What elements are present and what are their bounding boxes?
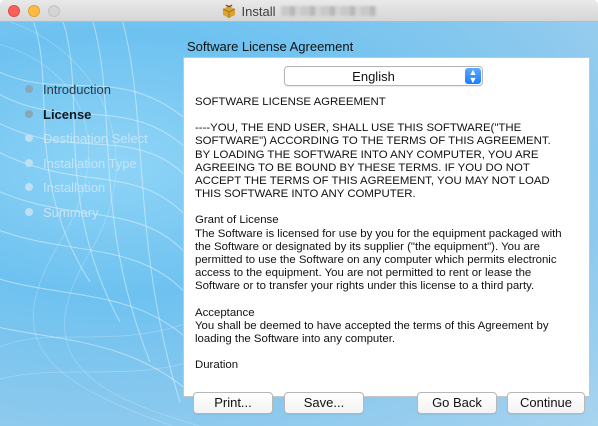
redacted-product-name xyxy=(281,6,378,16)
main-pane: Software License Agreement English ▲ ▼ SO… xyxy=(181,22,598,397)
page-title: Software License Agreement xyxy=(187,39,354,54)
step-label: License xyxy=(43,106,92,122)
step-label: Installation xyxy=(43,180,106,195)
license-document: SOFTWARE LICENSE AGREEMENT ----YOU, THE … xyxy=(195,96,583,385)
installer-steps-list: Introduction License Destination Select … xyxy=(25,82,148,229)
step-installation-type: Installation Type xyxy=(25,156,148,181)
step-status-dot xyxy=(25,134,33,142)
step-status-dot xyxy=(25,158,33,167)
step-status-dot xyxy=(25,85,33,93)
step-destination-select: Destination Select xyxy=(25,131,148,156)
language-select[interactable]: English ▲ ▼ xyxy=(284,66,483,86)
window-title: Install xyxy=(0,0,598,22)
step-license: License xyxy=(25,107,148,132)
license-intro-paragraph: ----YOU, THE END USER, SHALL USE THIS SO… xyxy=(195,122,551,201)
print-button[interactable]: Print... xyxy=(193,392,273,414)
step-label: Summary xyxy=(43,204,99,220)
license-grant-paragraph: Grant of License The Software is license… xyxy=(195,214,562,293)
step-label: Destination Select xyxy=(43,131,148,146)
title-bar[interactable]: Install xyxy=(0,0,598,22)
continue-button[interactable]: Continue xyxy=(507,392,585,414)
license-cut-off-line: Duration xyxy=(195,359,239,372)
step-status-dot xyxy=(25,183,33,191)
button-bar: Print... Save... Go Back Continue xyxy=(181,384,598,426)
license-text-view[interactable]: English ▲ ▼ SOFTWARE LICENSE AGREEMENT --… xyxy=(183,57,590,397)
window-title-text: Install xyxy=(241,3,276,19)
language-select-value: English xyxy=(352,69,395,84)
go-back-button[interactable]: Go Back xyxy=(417,392,497,414)
step-summary: Summary xyxy=(25,205,148,230)
step-label: Installation Type xyxy=(43,155,137,171)
license-acceptance-paragraph: Acceptance You shall be deemed to have a… xyxy=(195,306,549,346)
package-icon xyxy=(222,4,235,18)
installer-window: Install Introduction License Destination… xyxy=(0,0,598,426)
step-status-dot xyxy=(25,207,33,216)
license-heading: SOFTWARE LICENSE AGREEMENT xyxy=(195,96,386,108)
chevron-up-down-icon: ▲ ▼ xyxy=(465,68,481,85)
step-status-dot xyxy=(25,109,33,118)
step-introduction: Introduction xyxy=(25,82,148,107)
step-installation: Installation xyxy=(25,180,148,205)
step-label: Introduction xyxy=(43,82,111,97)
save-button[interactable]: Save... xyxy=(284,392,364,414)
